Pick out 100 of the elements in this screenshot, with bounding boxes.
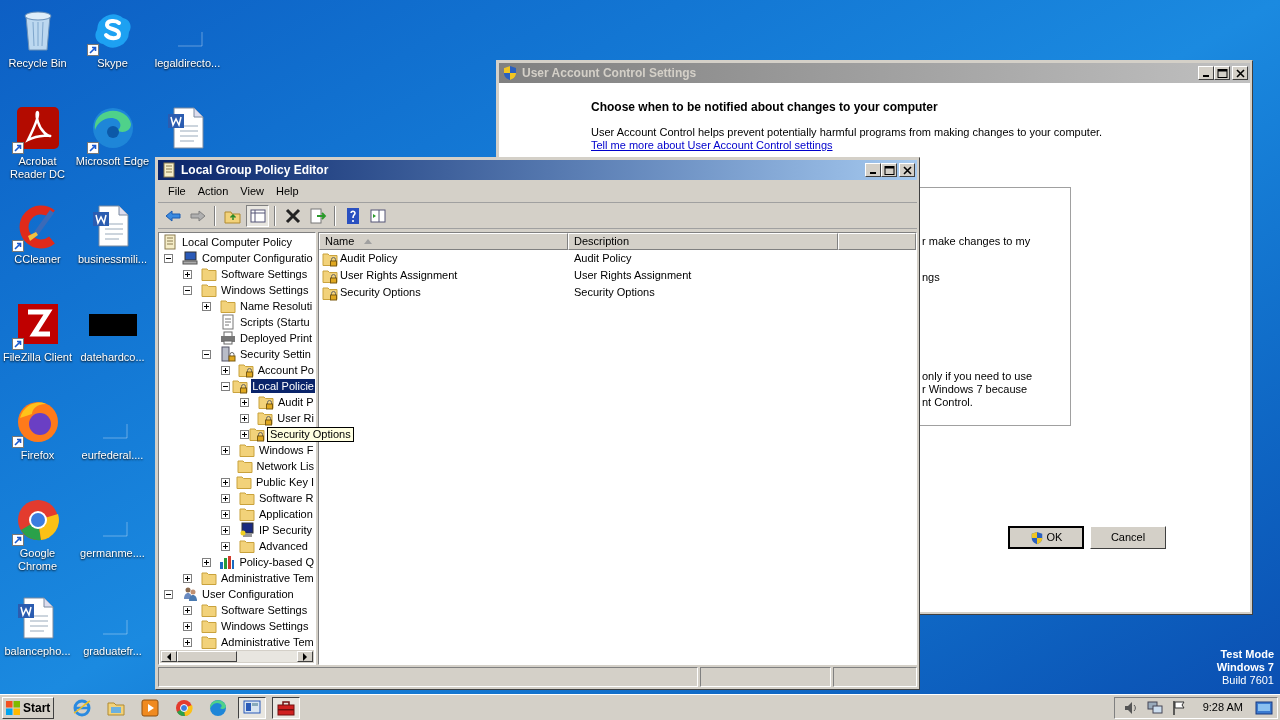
tree-item[interactable]: Software R — [258, 491, 315, 505]
expand-icon[interactable] — [240, 413, 249, 423]
collapse-icon[interactable] — [202, 349, 211, 359]
desktop-icon-label[interactable]: legaldirecto... — [150, 57, 225, 70]
tree-item[interactable]: IP Security — [258, 523, 313, 537]
os-notice-text: Build 7601 — [1222, 674, 1274, 687]
scroll-right-button[interactable] — [297, 651, 313, 662]
clock[interactable]: 9:28 AM — [1202, 699, 1243, 716]
tree-item[interactable]: Policy-based Q — [238, 555, 315, 569]
expand-icon[interactable] — [221, 493, 230, 503]
tree-item[interactable]: Administrative Tem — [220, 635, 315, 649]
tree-item[interactable]: Application — [258, 507, 314, 521]
desktop-icon-label[interactable]: germanme.... — [75, 547, 150, 560]
tree-item[interactable]: Windows Settings — [220, 283, 310, 297]
menu-item[interactable]: File — [162, 183, 192, 200]
start-button[interactable]: Start — [2, 696, 54, 719]
desktop-icon-label[interactable]: graduatefr... — [75, 645, 150, 658]
expand-icon[interactable] — [183, 637, 192, 647]
close-button[interactable] — [1232, 66, 1248, 80]
expand-icon[interactable] — [221, 509, 230, 519]
column-header[interactable]: Description — [568, 233, 838, 250]
horizontal-scrollbar[interactable] — [160, 650, 314, 663]
tray-button[interactable] — [1146, 699, 1163, 716]
blank-file-icon — [101, 423, 128, 439]
dialog-button[interactable]: OK — [1008, 526, 1084, 549]
network-icon — [1146, 699, 1163, 716]
expand-icon[interactable] — [183, 605, 192, 615]
list-item-name[interactable]: User Rights Assignment — [340, 267, 458, 284]
menu-item[interactable]: Help — [269, 183, 305, 200]
minimize-button[interactable] — [1198, 66, 1214, 80]
maximize-button[interactable] — [1214, 66, 1230, 80]
column-header[interactable] — [838, 233, 916, 250]
expand-icon[interactable] — [183, 621, 192, 631]
tray-button[interactable] — [1170, 699, 1187, 716]
folder-icon — [239, 442, 255, 458]
desktop-icon-label[interactable]: datehardco... — [75, 351, 150, 364]
taskbar-button[interactable] — [272, 696, 300, 719]
expand-icon[interactable] — [221, 477, 230, 487]
tree-item[interactable]: Windows Settings — [220, 619, 310, 633]
list-item-name[interactable]: Security Options — [340, 284, 421, 301]
scroll-left-button[interactable] — [161, 651, 177, 662]
menu-item[interactable]: View — [234, 183, 270, 200]
expand-icon[interactable] — [221, 525, 230, 535]
expand-icon[interactable] — [183, 573, 192, 583]
dialog-button[interactable]: Cancel — [1090, 526, 1166, 549]
desktop-icon-label[interactable]: balancepho... — [0, 645, 75, 658]
desktop-icon-label[interactable]: businessmili... — [75, 253, 150, 266]
users-icon — [182, 586, 198, 602]
expand-icon[interactable] — [202, 301, 211, 311]
tree-item[interactable]: Name Resoluti — [239, 299, 314, 313]
desktop-icon-label[interactable]: Skype — [75, 57, 150, 70]
tree-item[interactable]: Software Settings — [220, 603, 309, 617]
desktop-icon-label[interactable]: Firefox — [0, 449, 75, 462]
list-item-description: Audit Policy — [573, 251, 632, 267]
expand-icon[interactable] — [221, 365, 230, 375]
tree-item[interactable]: User Configuration — [201, 587, 295, 601]
collapse-icon[interactable] — [164, 253, 173, 263]
desktop-icon-label[interactable]: CCleaner — [0, 253, 75, 266]
desktop-icon-label[interactable]: Acrobat Reader DC — [0, 155, 75, 181]
expand-icon[interactable] — [221, 445, 230, 455]
help-link[interactable]: Tell me more about User Account Control settings — [591, 139, 833, 152]
tree-item[interactable]: Public Key I — [254, 475, 315, 489]
expand-icon[interactable] — [240, 429, 249, 439]
tree-item[interactable]: Audit P — [277, 395, 315, 409]
collapse-icon[interactable] — [221, 381, 230, 391]
tree-item[interactable]: Windows F — [258, 443, 315, 457]
tree-item[interactable]: Advanced — [258, 539, 309, 553]
expand-icon[interactable] — [183, 269, 192, 279]
expand-icon[interactable] — [221, 541, 230, 551]
tree-item[interactable]: Administrative Tem — [220, 571, 315, 585]
tree-item[interactable]: Software Settings — [220, 267, 309, 281]
expand-icon[interactable] — [202, 557, 211, 567]
list-item-name[interactable]: Audit Policy — [340, 250, 398, 267]
tree-item[interactable]: Scripts (Startu — [239, 315, 311, 329]
column-header[interactable]: Name — [319, 233, 568, 250]
tree-item[interactable]: Account Po — [256, 363, 315, 377]
tree-item[interactable]: Network Lis — [255, 459, 315, 473]
tree-item[interactable]: User Ri — [276, 411, 315, 425]
tree-item[interactable]: Deployed Print — [239, 331, 314, 345]
desktop-preview-icon — [1255, 699, 1273, 716]
close-button[interactable] — [899, 163, 915, 177]
expand-icon[interactable] — [240, 397, 249, 407]
maximize-button[interactable] — [881, 163, 897, 177]
collapse-icon[interactable] — [164, 589, 173, 599]
tree-item[interactable]: Local Policie — [251, 379, 315, 393]
scroll-thumb[interactable] — [177, 651, 237, 662]
desktop-icon-label[interactable]: Microsoft Edge — [75, 155, 150, 168]
tree-item[interactable]: Local Computer Policy — [181, 235, 294, 249]
minimize-button[interactable] — [865, 163, 881, 177]
desktop-icon-label[interactable]: eurfederal.... — [75, 449, 150, 462]
taskbar-button[interactable] — [238, 696, 266, 719]
show-desktop-button[interactable] — [1255, 699, 1273, 716]
desktop-icon-label[interactable]: Google Chrome — [0, 547, 75, 573]
blank-file-icon — [176, 31, 203, 47]
collapse-icon[interactable] — [183, 285, 192, 295]
tree-item[interactable]: Computer Configuratio — [201, 251, 314, 265]
menu-item[interactable]: Action — [191, 183, 235, 200]
tree-item[interactable]: Security Settin — [239, 347, 312, 361]
desktop-icon-label[interactable]: Recycle Bin — [0, 57, 75, 70]
desktop-icon-label[interactable]: FileZilla Client — [0, 351, 75, 364]
